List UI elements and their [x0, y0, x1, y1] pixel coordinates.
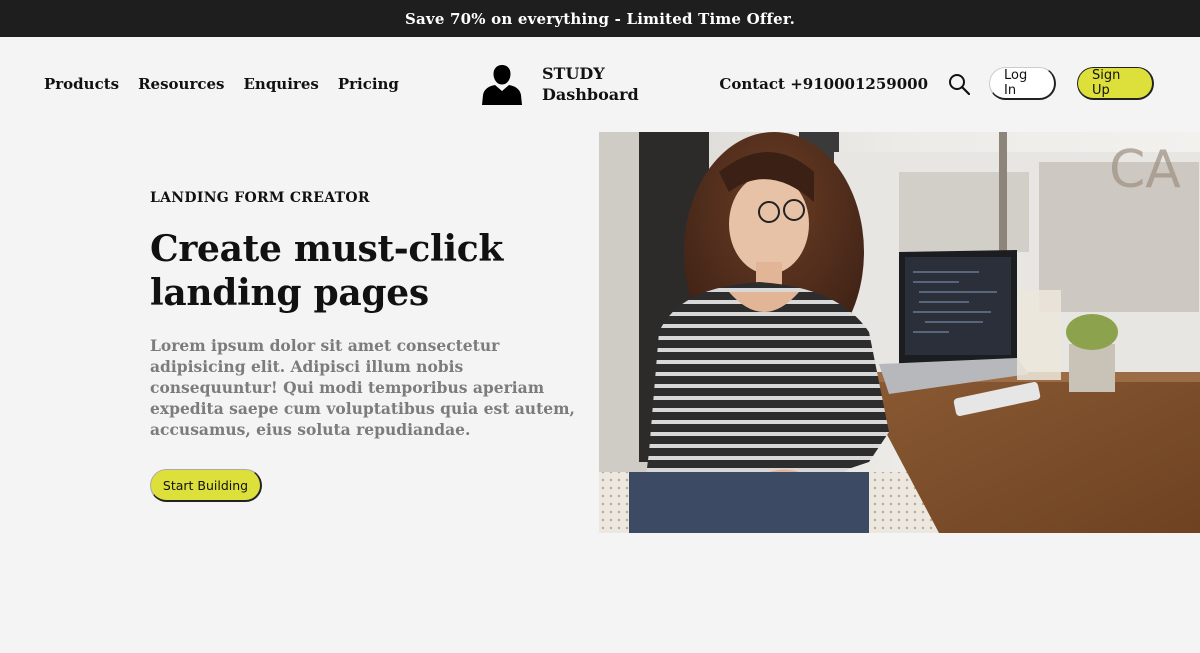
navbar: Products Resources Enquires Pricing STUD… [0, 37, 1200, 132]
svg-text:CA: CA [1109, 140, 1181, 200]
primary-nav: Products Resources Enquires Pricing [44, 75, 399, 93]
login-button[interactable]: Log In [989, 67, 1056, 100]
brand-logo[interactable]: STUDY Dashboard [482, 63, 639, 105]
user-silhouette-icon [482, 65, 522, 105]
hero-image: CA [599, 132, 1200, 533]
contact-phone[interactable]: Contact +910001259000 [719, 75, 928, 93]
brand-line-1: STUDY [542, 64, 605, 83]
nav-link-enquires[interactable]: Enquires [243, 75, 318, 93]
promo-bar: Save 70% on everything - Limited Time Of… [0, 0, 1200, 37]
header-actions: Contact +910001259000 Log In Sign Up [719, 67, 1154, 100]
hero-eyebrow: LANDING FORM CREATOR [150, 190, 370, 206]
hero-content: LANDING FORM CREATOR Create must-click l… [150, 190, 580, 502]
brand-text: STUDY Dashboard [542, 63, 639, 105]
nav-link-products[interactable]: Products [44, 75, 119, 93]
start-building-button[interactable]: Start Building [150, 469, 262, 502]
hero-headline: Create must-click landing pages [150, 228, 504, 314]
search-icon[interactable] [948, 73, 970, 95]
promo-text: Save 70% on everything - Limited Time Of… [404, 9, 796, 28]
brand-line-2: Dashboard [542, 85, 639, 104]
nav-link-resources[interactable]: Resources [138, 75, 224, 93]
nav-link-pricing[interactable]: Pricing [338, 75, 399, 93]
signup-button[interactable]: Sign Up [1077, 67, 1154, 100]
hero-description: Lorem ipsum dolor sit amet consectetur a… [150, 336, 575, 439]
